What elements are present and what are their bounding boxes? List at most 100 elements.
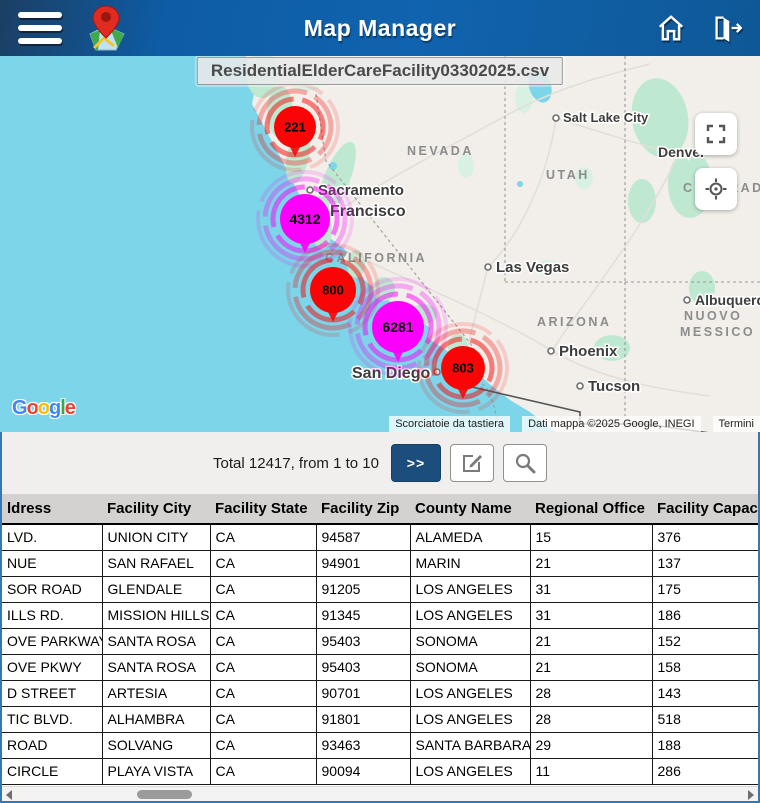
map-canvas[interactable]: NEVADACALIFORNIAUTAHARIZONANUOVOMESSICOC… — [0, 56, 760, 432]
table-cell: 95403 — [315, 627, 411, 655]
table-cell: CA — [209, 757, 317, 785]
table-cell: CA — [209, 575, 317, 603]
column-header[interactable]: Regional Office — [530, 494, 652, 525]
table-row[interactable]: ILLS RD. MISSION HILLS CA 91345 LOS ANGELES 3… — [2, 601, 758, 629]
table-cell: OVE PKWY — [2, 653, 103, 681]
column-header[interactable]: Facility Zip — [316, 494, 410, 525]
table-row[interactable]: D STREET ARTESIA CA 90701 LOS ANGELES 28 143 — [2, 679, 758, 707]
table-cell: 28 — [529, 679, 653, 707]
pagination-summary: Total 12417, from 1 to 10 — [213, 454, 379, 472]
map-attribution: Scorciatoie da tastiera Dati mappa ©2025… — [389, 416, 760, 432]
table-cell: 152 — [651, 627, 758, 655]
table-cell: 31 — [529, 601, 653, 629]
table-row[interactable]: SOR ROAD GLENDALE CA 91205 LOS ANGELES 31 175 — [2, 575, 758, 603]
marker-count: 6281 — [382, 319, 413, 335]
table-cell: CA — [209, 601, 317, 629]
marker-count: 4312 — [289, 211, 320, 227]
table-cell: SONOMA — [409, 627, 531, 655]
state-label: ARIZONA — [537, 315, 611, 329]
table-cell: 28 — [529, 705, 653, 733]
table-cell: 95403 — [315, 653, 411, 681]
table-cell: CIRCLE — [2, 757, 103, 785]
horizontal-scrollbar[interactable] — [2, 786, 758, 801]
table-cell: 137 — [651, 549, 758, 577]
search-button[interactable] — [502, 444, 547, 482]
state-label: UTAH — [546, 168, 590, 182]
table-cell: ARTESIA — [101, 679, 211, 707]
table-cell: 175 — [651, 575, 758, 603]
state-label: MESSICO — [680, 325, 755, 339]
table-row[interactable]: NUE SAN RAFAEL CA 94901 MARIN 21 137 — [2, 549, 758, 577]
table-row[interactable]: OVE PARKWAY SANTA ROSA CA 95403 SONOMA 21 152 — [2, 627, 758, 655]
table-cell: CA — [209, 679, 317, 707]
city-dot — [484, 263, 492, 271]
table-cell: ROAD — [2, 731, 103, 759]
table-cell: LOS ANGELES — [409, 601, 531, 629]
table-cell: 91801 — [315, 705, 411, 733]
table-cell: 143 — [651, 679, 758, 707]
table-cell: SOR ROAD — [2, 575, 103, 603]
table-cell: OVE PARKWAY — [2, 627, 103, 655]
next-page-button[interactable]: >> — [390, 444, 441, 482]
city-label: Tucson — [588, 378, 640, 395]
my-location-button[interactable] — [695, 168, 737, 210]
fullscreen-button[interactable] — [695, 113, 737, 155]
edit-button[interactable] — [449, 444, 494, 482]
table-header-row: ldress Facility City Facility State Facilit… — [2, 494, 758, 525]
table-cell: 91205 — [315, 575, 411, 603]
column-header[interactable]: Facility City — [102, 494, 210, 525]
table-cell: ALHAMBRA — [101, 705, 211, 733]
city-label: Salt Lake City — [563, 110, 649, 125]
table-cell: 90701 — [315, 679, 411, 707]
column-header[interactable]: Facility Capaci — [652, 494, 758, 525]
table-row[interactable]: OVE PKWY SANTA ROSA CA 95403 SONOMA 21 158 — [2, 653, 758, 681]
table-cell: 158 — [651, 653, 758, 681]
table-cell: 15 — [529, 523, 653, 551]
table-row[interactable]: TIC BLVD. ALHAMBRA CA 91801 LOS ANGELES 28 518 — [2, 705, 758, 733]
table-cell: LVD. — [2, 523, 103, 551]
scroll-right-arrow[interactable] — [744, 787, 758, 802]
keyboard-shortcuts-link[interactable]: Scorciatoie da tastiera — [389, 416, 511, 432]
scroll-left-arrow[interactable] — [2, 787, 16, 802]
city-label: Phoenix — [559, 343, 618, 360]
table-cell: 21 — [529, 549, 653, 577]
table-cell: GLENDALE — [101, 575, 211, 603]
table-cell: 29 — [529, 731, 653, 759]
table-cell: 21 — [529, 627, 653, 655]
logout-icon[interactable] — [712, 13, 742, 43]
table-cell: SOLVANG — [101, 731, 211, 759]
table-cell: SANTA ROSA — [101, 653, 211, 681]
state-label: NEVADA — [407, 144, 474, 158]
column-header[interactable]: County Name — [410, 494, 530, 525]
terms-link[interactable]: Termini — [712, 416, 760, 432]
marker-count: 221 — [284, 120, 306, 135]
google-logo[interactable]: Google — [12, 397, 76, 420]
table-cell: 518 — [651, 705, 758, 733]
table-cell: ILLS RD. — [2, 601, 103, 629]
column-header[interactable]: ldress — [2, 494, 102, 525]
city-label: Albuquerque — [695, 292, 760, 308]
results-panel: Total 12417, from 1 to 10 >> ldress Facil… — [0, 432, 760, 803]
table-row[interactable]: LVD. UNION CITY CA 94587 ALAMEDA 15 376 — [2, 523, 758, 551]
facilities-table: ldress Facility City Facility State Facilit… — [2, 494, 758, 785]
table-cell: MARIN — [409, 549, 531, 577]
table-row[interactable]: ROAD SOLVANG CA 93463 SANTA BARBARA 29 188 — [2, 731, 758, 759]
column-header[interactable]: Facility State — [210, 494, 316, 525]
scrollbar-thumb[interactable] — [137, 790, 192, 799]
edit-icon — [462, 455, 482, 472]
home-icon[interactable] — [656, 13, 686, 43]
hamburger-menu-icon[interactable] — [18, 12, 62, 44]
table-cell: 93463 — [315, 731, 411, 759]
table-cell: 286 — [651, 757, 758, 785]
table-row[interactable]: CIRCLE PLAYA VISTA CA 90094 LOS ANGELES 11 286 — [2, 757, 758, 785]
table-cell: MISSION HILLS — [101, 601, 211, 629]
my-location-icon — [705, 178, 727, 200]
marker-count: 800 — [322, 283, 344, 298]
table-cell: 21 — [529, 653, 653, 681]
table-cell: LOS ANGELES — [409, 679, 531, 707]
table-cell: 94587 — [315, 523, 411, 551]
table-cell: NUE — [2, 549, 103, 577]
table-cell: 188 — [651, 731, 758, 759]
table-cell: CA — [209, 705, 317, 733]
table-cell: SANTA ROSA — [101, 627, 211, 655]
